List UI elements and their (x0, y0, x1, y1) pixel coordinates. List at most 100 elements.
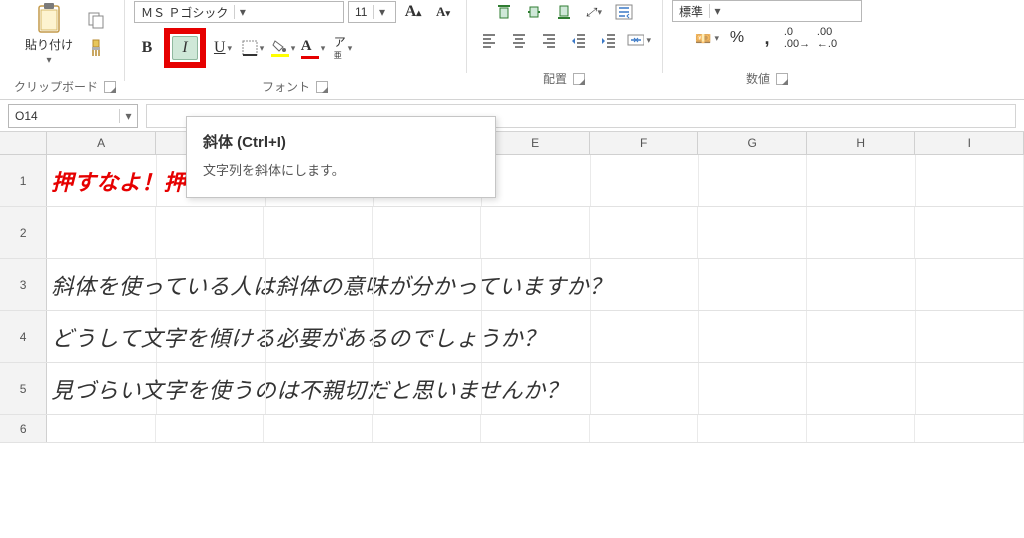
cell[interactable] (157, 363, 265, 414)
align-bottom-button[interactable] (551, 0, 577, 24)
cell[interactable] (264, 415, 373, 442)
cell[interactable] (699, 363, 807, 414)
cell[interactable] (481, 207, 590, 258)
font-name-combo[interactable]: ＭＳ Ｐゴシック ▾ (134, 1, 344, 23)
row-header[interactable]: 2 (0, 207, 47, 258)
column-header[interactable]: G (698, 132, 807, 154)
cell[interactable] (807, 259, 915, 310)
select-all-corner[interactable] (0, 132, 47, 154)
increase-font-button[interactable]: A▴ (400, 0, 426, 24)
merge-center-button[interactable]: ▾ (626, 28, 652, 52)
cell[interactable] (591, 363, 699, 414)
cell[interactable] (157, 259, 265, 310)
column-header[interactable]: E (481, 132, 590, 154)
cell[interactable] (916, 363, 1024, 414)
dialog-launcher-font[interactable] (316, 81, 328, 93)
cell[interactable] (698, 207, 807, 258)
cell[interactable] (807, 207, 916, 258)
column-header[interactable]: F (590, 132, 699, 154)
cell[interactable] (373, 207, 482, 258)
cell[interactable] (916, 311, 1024, 362)
font-size-combo[interactable]: 11 ▾ (348, 1, 396, 23)
row-header[interactable]: 5 (0, 363, 47, 414)
cell[interactable] (807, 311, 915, 362)
fill-color-button[interactable]: ▾ (270, 36, 296, 60)
orientation-button[interactable]: ⤢▾ (581, 0, 607, 24)
cell[interactable] (482, 155, 590, 206)
phonetic-button[interactable]: ア亜▾ (330, 36, 356, 60)
cell[interactable] (699, 311, 807, 362)
cell[interactable] (915, 207, 1024, 258)
cell[interactable] (590, 207, 699, 258)
cell[interactable] (482, 311, 590, 362)
cell[interactable] (266, 363, 374, 414)
cell[interactable] (156, 207, 265, 258)
decrease-indent-button[interactable] (566, 28, 592, 52)
format-painter-button[interactable] (83, 36, 109, 60)
align-middle-button[interactable] (521, 0, 547, 24)
cell[interactable] (699, 259, 807, 310)
cell[interactable]: 見づらい文字を使うのは不親切だと思いませんか？ (47, 363, 157, 414)
cell[interactable] (590, 415, 699, 442)
paste-button[interactable]: 貼り付け ▾ (21, 0, 77, 68)
cell[interactable] (482, 259, 590, 310)
increase-indent-button[interactable] (596, 28, 622, 52)
row-header[interactable]: 3 (0, 259, 47, 310)
font-color-button[interactable]: A ▾ (300, 36, 326, 60)
cell[interactable]: どうして文字を傾ける必要があるのでしょうか？ (47, 311, 157, 362)
cell[interactable] (915, 415, 1024, 442)
cell[interactable] (47, 415, 156, 442)
cell[interactable] (699, 155, 807, 206)
dialog-launcher-clipboard[interactable] (104, 81, 116, 93)
decrease-decimal-button[interactable]: .00←.0 (814, 26, 840, 50)
number-format-combo[interactable]: 標準 ▾ (672, 0, 862, 22)
cell[interactable]: 斜体を使っている人は斜体の意味が分かっていますか？ (47, 259, 157, 310)
column-header[interactable]: I (915, 132, 1024, 154)
cell[interactable] (807, 155, 915, 206)
row-header[interactable]: 4 (0, 311, 47, 362)
cell[interactable] (266, 311, 374, 362)
align-left-button[interactable] (476, 28, 502, 52)
comma-button[interactable]: , (754, 26, 780, 50)
column-header[interactable]: H (807, 132, 916, 154)
row-header[interactable]: 1 (0, 155, 47, 206)
cell[interactable] (591, 155, 699, 206)
dialog-launcher-alignment[interactable] (573, 73, 585, 85)
name-box[interactable]: O14 ▾ (8, 104, 138, 128)
wrap-text-button[interactable] (611, 0, 637, 24)
cell[interactable] (373, 415, 482, 442)
cell[interactable] (482, 363, 590, 414)
column-header[interactable]: A (47, 132, 156, 154)
copy-button[interactable] (83, 8, 109, 32)
cell[interactable] (591, 259, 699, 310)
row-header[interactable]: 6 (0, 415, 47, 442)
cell[interactable] (374, 311, 482, 362)
decrease-font-button[interactable]: A▾ (430, 0, 456, 24)
percent-button[interactable]: % (724, 26, 750, 50)
cell[interactable] (916, 259, 1024, 310)
cell[interactable] (807, 363, 915, 414)
cell[interactable] (264, 207, 373, 258)
cell[interactable]: 押すなよ！押すなよ！絶対に押すなよ！ (47, 155, 157, 206)
worksheet-grid[interactable]: ABCDEFGHI 1押すなよ！押すなよ！絶対に押すなよ！23斜体を使っている人… (0, 132, 1024, 443)
cell[interactable] (266, 259, 374, 310)
bold-button[interactable]: B (134, 36, 160, 60)
align-right-button[interactable] (536, 28, 562, 52)
dialog-launcher-number[interactable] (776, 73, 788, 85)
cell[interactable] (156, 415, 265, 442)
cell[interactable] (807, 415, 916, 442)
accounting-format-button[interactable]: 💴▾ (694, 26, 720, 50)
cell[interactable] (374, 363, 482, 414)
align-center-button[interactable] (506, 28, 532, 52)
underline-button[interactable]: U▾ (210, 36, 236, 60)
cell[interactable] (481, 415, 590, 442)
cell[interactable] (698, 415, 807, 442)
align-top-button[interactable] (491, 0, 517, 24)
cell[interactable] (916, 155, 1024, 206)
cell[interactable] (591, 311, 699, 362)
italic-button[interactable]: I (172, 36, 198, 60)
cell[interactable] (374, 259, 482, 310)
border-button[interactable]: ▾ (240, 36, 266, 60)
increase-decimal-button[interactable]: .0.00→ (784, 26, 810, 50)
cell[interactable] (47, 207, 156, 258)
